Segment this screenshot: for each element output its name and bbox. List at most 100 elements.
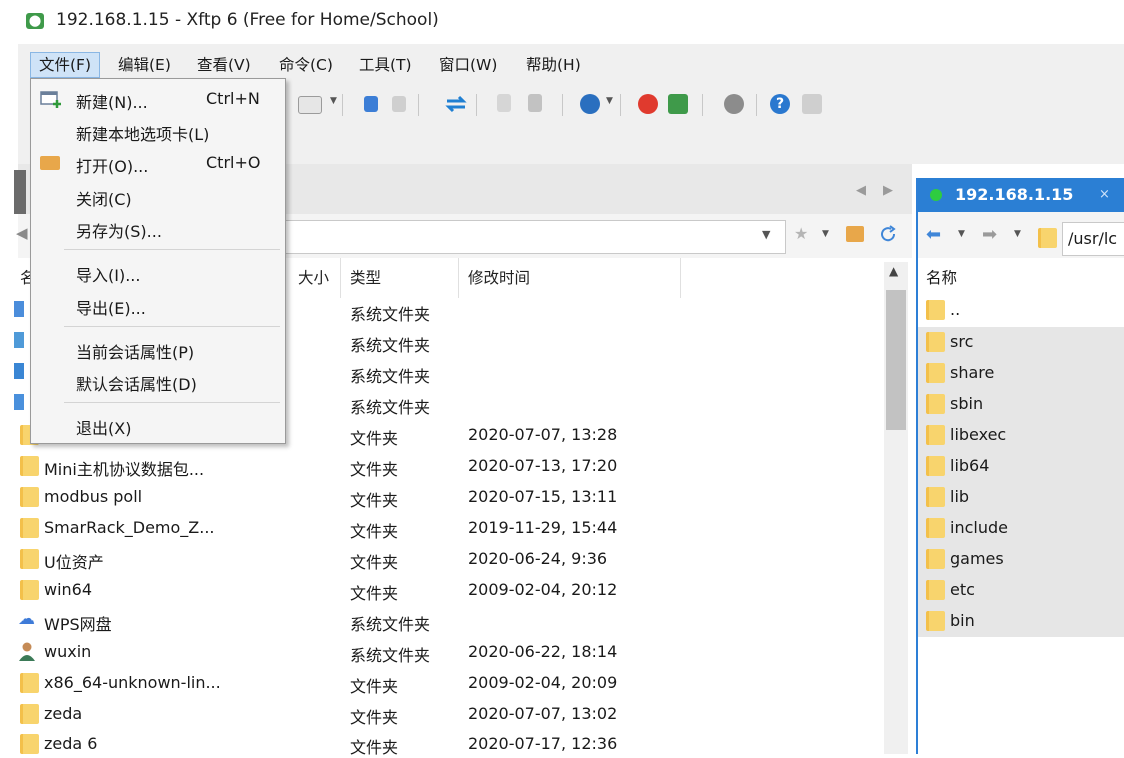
- menu-tools[interactable]: 工具(T): [351, 52, 420, 78]
- menu-default-session-properties[interactable]: 默认会话属性(D): [76, 371, 197, 395]
- remote-row-selected[interactable]: [918, 575, 1124, 606]
- column-modified[interactable]: 修改时间: [468, 266, 530, 288]
- forward-dropdown-icon[interactable]: ▼: [1014, 229, 1021, 239]
- remote-item[interactable]: include: [950, 518, 1008, 537]
- path-dropdown-icon[interactable]: ▼: [762, 228, 770, 241]
- remote-item[interactable]: libexec: [950, 425, 1006, 444]
- row-type: 系统文件夹: [350, 398, 431, 417]
- tab-scroll-right-icon[interactable]: ▶: [883, 183, 893, 198]
- chat-icon[interactable]: [802, 94, 822, 114]
- remote-row-selected[interactable]: [918, 451, 1124, 482]
- row-type: 文件夹: [350, 738, 399, 757]
- folder-icon: [926, 549, 945, 569]
- row-name[interactable]: win64: [44, 580, 92, 599]
- menu-separator: [64, 402, 280, 403]
- row-name[interactable]: U位资产: [44, 549, 104, 573]
- favorite-dropdown-icon[interactable]: ▼: [822, 229, 829, 239]
- remote-item[interactable]: src: [950, 332, 973, 351]
- remote-item[interactable]: games: [950, 549, 1004, 568]
- row-name[interactable]: x86_64-unknown-lin...: [44, 673, 221, 692]
- menu-export[interactable]: 导出(E)...: [76, 295, 146, 319]
- refresh-icon[interactable]: [878, 224, 898, 244]
- remote-tab-label: 192.168.1.15: [955, 185, 1074, 204]
- remote-row-selected[interactable]: [918, 358, 1124, 389]
- menu-new-local-tab[interactable]: 新建本地选项卡(L): [76, 121, 209, 145]
- menu-view[interactable]: 查看(V): [189, 52, 259, 78]
- menu-file[interactable]: 文件(F): [30, 52, 101, 78]
- remote-row-selected[interactable]: [918, 327, 1124, 358]
- layout-dropdown-icon[interactable]: ▼: [330, 96, 337, 106]
- row-name[interactable]: modbus poll: [44, 487, 142, 506]
- download-icon[interactable]: [392, 96, 406, 112]
- row-name[interactable]: zeda 6: [44, 734, 97, 753]
- menu-window[interactable]: 窗口(W): [431, 52, 505, 78]
- home-icon[interactable]: [846, 226, 864, 242]
- remote-item[interactable]: share: [950, 363, 994, 382]
- remote-row-selected[interactable]: [918, 482, 1124, 513]
- tab-scroll-left-icon[interactable]: ◀: [856, 183, 866, 198]
- remote-column-name[interactable]: 名称: [926, 266, 957, 288]
- menu-command[interactable]: 命令(C): [271, 52, 341, 78]
- toolbar-separator: [620, 94, 621, 116]
- row-name[interactable]: SmarRack_Demo_Z...: [44, 518, 215, 537]
- menu-import[interactable]: 导入(I)...: [76, 262, 140, 286]
- favorite-star-icon[interactable]: ★: [794, 224, 808, 243]
- scrollbar-thumb[interactable]: [886, 290, 906, 430]
- left-tab[interactable]: [14, 170, 26, 214]
- column-type[interactable]: 类型: [350, 266, 381, 288]
- close-tab-icon[interactable]: ×: [1099, 187, 1110, 202]
- window-layout-icon[interactable]: [298, 96, 322, 114]
- globe-dropdown-icon[interactable]: ▼: [606, 96, 613, 106]
- menu-help[interactable]: 帮助(H): [518, 52, 589, 78]
- window-title: 192.168.1.15 - Xftp 6 (Free for Home/Sch…: [56, 10, 439, 30]
- xftp-icon[interactable]: [668, 94, 688, 114]
- row-type: 文件夹: [350, 522, 399, 541]
- scroll-up-icon[interactable]: ▲: [889, 264, 898, 278]
- row-name[interactable]: wuxin: [44, 642, 91, 661]
- left-path-input[interactable]: [282, 220, 786, 254]
- back-dropdown-icon[interactable]: ▼: [958, 229, 965, 239]
- remote-item[interactable]: lib: [950, 487, 969, 506]
- column-divider: [458, 258, 459, 298]
- folder-icon: [20, 734, 39, 754]
- remote-item[interactable]: sbin: [950, 394, 983, 413]
- remote-row-selected[interactable]: [918, 513, 1124, 544]
- copy-icon[interactable]: [497, 94, 511, 112]
- column-divider: [680, 258, 681, 298]
- menu-edit[interactable]: 编辑(E): [110, 52, 179, 78]
- help-icon[interactable]: ?: [770, 94, 790, 114]
- row-type: 系统文件夹: [350, 367, 431, 386]
- remote-item[interactable]: bin: [950, 611, 975, 630]
- menu-close[interactable]: 关闭(C): [76, 186, 132, 210]
- globe-icon[interactable]: [580, 94, 600, 114]
- shortcut-new: Ctrl+N: [206, 89, 260, 108]
- folder-icon: [14, 332, 24, 348]
- xshell-icon[interactable]: [638, 94, 658, 114]
- back-arrow-icon[interactable]: ◀: [16, 224, 28, 242]
- remote-back-icon[interactable]: ⬅: [926, 224, 941, 245]
- row-modified: 2020-07-13, 17:20: [468, 456, 618, 475]
- upload-icon[interactable]: [364, 96, 378, 112]
- remote-row-selected[interactable]: [918, 544, 1124, 575]
- row-name[interactable]: WPS网盘: [44, 611, 112, 635]
- paste-icon[interactable]: [528, 94, 542, 112]
- remote-item[interactable]: ..: [950, 300, 960, 319]
- remote-item[interactable]: lib64: [950, 456, 989, 475]
- menu-new[interactable]: 新建(N)...: [76, 89, 148, 113]
- menu-exit[interactable]: 退出(X): [76, 415, 131, 439]
- remote-row-selected[interactable]: [918, 389, 1124, 420]
- remote-row-selected[interactable]: [918, 606, 1124, 637]
- row-name[interactable]: zeda: [44, 704, 82, 723]
- row-name[interactable]: Mini主机协议数据包...: [44, 456, 204, 480]
- menu-current-session-properties[interactable]: 当前会话属性(P): [76, 339, 194, 363]
- row-modified: 2019-11-29, 15:44: [468, 518, 618, 537]
- remote-item[interactable]: etc: [950, 580, 975, 599]
- sync-arrows-icon[interactable]: [445, 94, 467, 114]
- column-size[interactable]: 大小: [298, 266, 329, 288]
- remote-path-text: /usr/lc: [1068, 229, 1118, 248]
- menu-save-as[interactable]: 另存为(S)...: [76, 218, 162, 242]
- menu-open[interactable]: 打开(O)...: [76, 153, 148, 177]
- remote-row-selected[interactable]: [918, 420, 1124, 451]
- remote-forward-icon[interactable]: ➡: [982, 224, 997, 245]
- gear-icon[interactable]: [724, 94, 744, 114]
